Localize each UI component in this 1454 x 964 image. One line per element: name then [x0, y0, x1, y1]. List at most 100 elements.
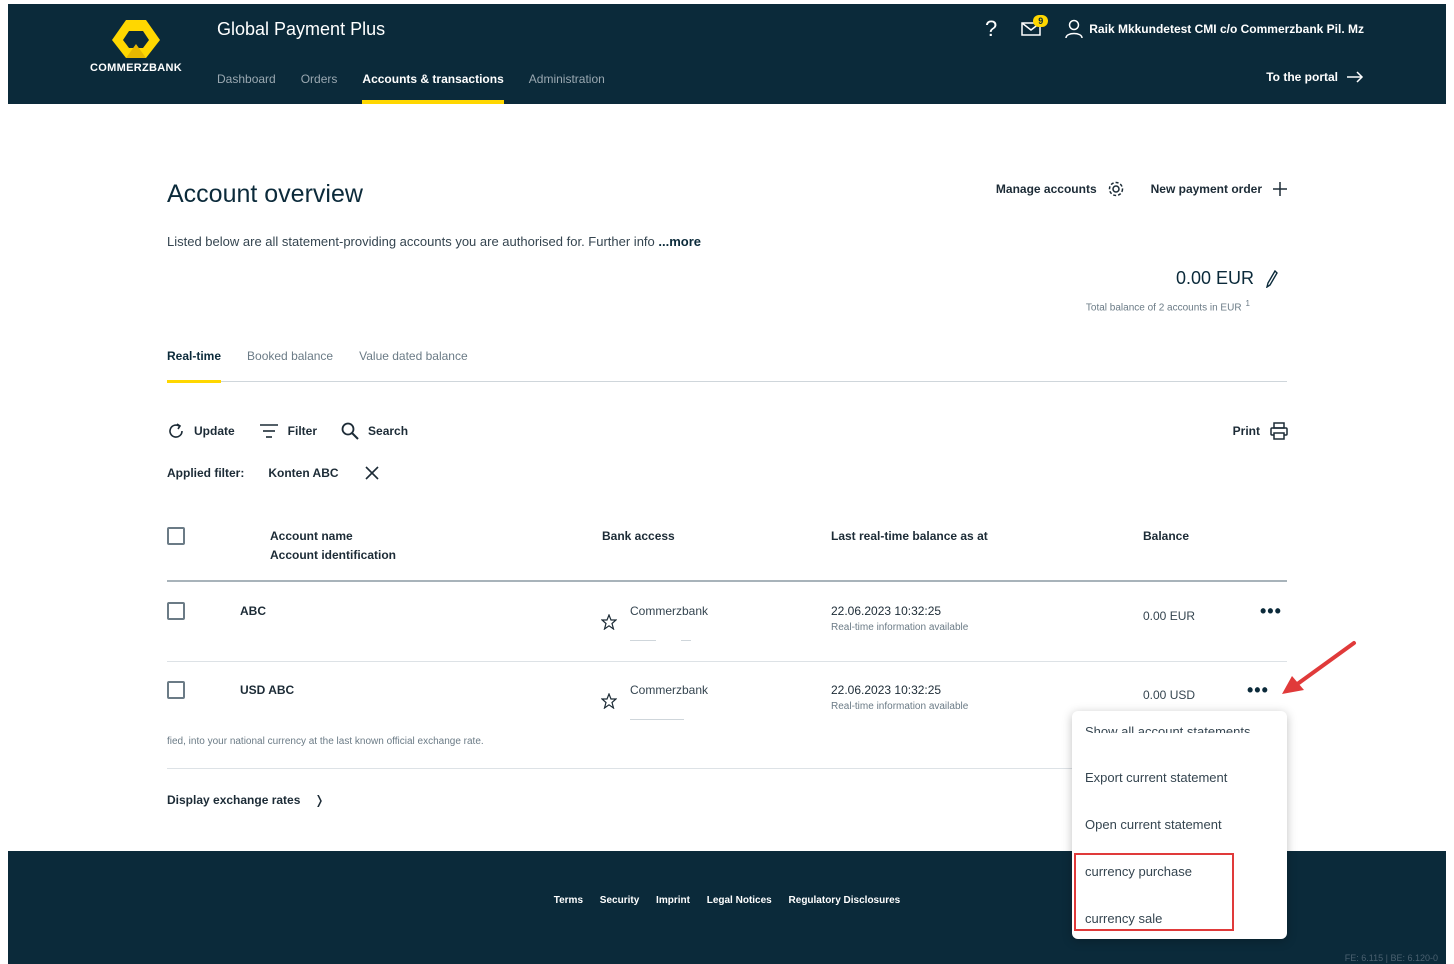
- menu-item-open-statement[interactable]: Open current statement: [1085, 817, 1222, 832]
- search-icon: [341, 422, 359, 440]
- total-balance-label: Total balance of 2 accounts in EUR 1: [1086, 299, 1250, 313]
- update-label: Update: [194, 424, 235, 438]
- balance-value: 0.00 USD: [1143, 688, 1196, 702]
- user-menu[interactable]: Raik Mkkundetest CMI c/o Commerzbank Pil…: [1065, 19, 1364, 39]
- menu-item-show-all-statements[interactable]: Show all account statements: [1085, 723, 1250, 733]
- printer-icon: [1270, 422, 1288, 440]
- more-link[interactable]: ...more: [658, 234, 701, 249]
- account-name[interactable]: USD ABC: [240, 683, 294, 697]
- new-payment-order-label: New payment order: [1150, 182, 1262, 196]
- column-last-balance[interactable]: Last real-time balance as at: [831, 529, 988, 543]
- table-toolbar: Update Filter Search: [167, 422, 432, 440]
- footer-link-terms[interactable]: Terms: [554, 895, 583, 906]
- total-balance: 0.00 EUR: [1176, 268, 1278, 289]
- user-icon: [1065, 19, 1084, 39]
- realtime-status: Real-time information available: [831, 622, 969, 633]
- footer-link-legal-notices[interactable]: Legal Notices: [707, 895, 772, 906]
- page-title: Account overview: [167, 180, 363, 208]
- user-name: Raik Mkkundetest CMI c/o Commerzbank Pil…: [1089, 22, 1364, 36]
- filter-label: Filter: [287, 424, 318, 438]
- update-button[interactable]: Update: [167, 422, 235, 440]
- table-row[interactable]: ABC Commerzbank 22.06.2023 10:32:25 Real…: [167, 583, 1287, 662]
- nav-orders[interactable]: Orders: [301, 64, 338, 104]
- tab-booked-balance[interactable]: Booked balance: [247, 349, 333, 382]
- help-icon[interactable]: ?: [985, 18, 997, 40]
- total-balance-amount: 0.00 EUR: [1175, 268, 1254, 288]
- logo-text: COMMERZBANK: [90, 62, 182, 74]
- nav-accounts-transactions[interactable]: Accounts & transactions: [362, 64, 505, 104]
- gear-icon: [1108, 181, 1123, 197]
- mail-icon[interactable]: 9: [1021, 15, 1049, 37]
- balance-tabs: Real-time Booked balance Value dated bal…: [167, 349, 1287, 383]
- plus-icon: [1273, 182, 1287, 196]
- accounts-table-header: Account name Account identification Bank…: [167, 519, 1287, 582]
- divider: [167, 768, 1073, 769]
- page-frame: COMMERZBANK Global Payment Plus Dashboar…: [8, 4, 1446, 964]
- annotation-highlight-box: [1074, 853, 1234, 931]
- top-header: COMMERZBANK Global Payment Plus Dashboar…: [8, 4, 1446, 104]
- bank-id-placeholder: [630, 719, 684, 720]
- menu-item-export-statement[interactable]: Export current statement: [1085, 770, 1227, 785]
- exchange-rates-label: Display exchange rates: [167, 793, 301, 807]
- mail-badge: 9: [1033, 15, 1049, 27]
- logo-icon: [112, 20, 160, 58]
- search-button[interactable]: Search: [341, 422, 408, 440]
- star-icon[interactable]: [601, 693, 617, 709]
- pencil-icon[interactable]: [1266, 269, 1278, 288]
- search-label: Search: [368, 424, 409, 438]
- account-name[interactable]: ABC: [240, 604, 266, 618]
- filter-button[interactable]: Filter: [259, 423, 317, 439]
- page-actions: Manage accounts New payment order: [970, 180, 1288, 198]
- main-nav: Dashboard Orders Accounts & transactions…: [217, 64, 630, 104]
- column-bank-access[interactable]: Bank access: [602, 529, 675, 543]
- annotation-arrow-icon: [1282, 641, 1356, 694]
- row-checkbox[interactable]: [167, 602, 185, 620]
- manage-accounts-button[interactable]: Manage accounts: [996, 180, 1125, 198]
- arrow-right-icon: [1347, 71, 1364, 83]
- balance-timestamp: 22.06.2023 10:32:25 Real-time informatio…: [831, 683, 968, 712]
- nav-administration[interactable]: Administration: [529, 64, 605, 104]
- row-checkbox[interactable]: [167, 681, 185, 699]
- footer-link-imprint[interactable]: Imprint: [656, 895, 690, 906]
- intro-text: Listed below are all statement-providing…: [167, 234, 701, 249]
- more-options-icon[interactable]: •••: [1247, 680, 1269, 701]
- timestamp-value: 22.06.2023 10:32:25: [831, 683, 942, 697]
- tab-value-dated-balance[interactable]: Value dated balance: [359, 349, 468, 382]
- applied-filter-label: Applied filter:: [167, 466, 245, 480]
- print-button[interactable]: Print: [1233, 422, 1288, 440]
- footer-link-security[interactable]: Security: [600, 895, 639, 906]
- footer-link-regulatory-disclosures[interactable]: Regulatory Disclosures: [789, 895, 901, 906]
- manage-accounts-label: Manage accounts: [995, 182, 1097, 196]
- print-label: Print: [1232, 424, 1260, 438]
- bank-name: Commerzbank: [630, 604, 709, 618]
- nav-dashboard[interactable]: Dashboard: [217, 64, 276, 104]
- bank-name: Commerzbank: [630, 683, 709, 697]
- star-icon[interactable]: [601, 614, 617, 630]
- column-balance[interactable]: Balance: [1143, 529, 1189, 543]
- bank-id-placeholder: [630, 640, 656, 641]
- exchange-footnote: fied, into your national currency at the…: [167, 736, 484, 747]
- close-icon[interactable]: [364, 466, 379, 480]
- refresh-icon: [169, 423, 183, 438]
- version-info: FE: 6.115 | BE: 6.120-0: [1344, 953, 1438, 963]
- tab-real-time[interactable]: Real-time: [167, 349, 222, 383]
- display-exchange-rates-link[interactable]: Display exchange rates ❭: [167, 793, 324, 807]
- commerzbank-logo[interactable]: COMMERZBANK: [88, 18, 184, 74]
- balance-value: 0.00 EUR: [1143, 609, 1196, 623]
- total-balance-caption: Total balance of 2 accounts in EUR: [1085, 302, 1242, 314]
- to-portal-link[interactable]: To the portal: [1266, 70, 1364, 84]
- new-payment-order-button[interactable]: New payment order: [1151, 181, 1288, 197]
- bank-id-placeholder: [681, 640, 691, 641]
- select-all-checkbox[interactable]: [167, 527, 185, 545]
- intro-body: Listed below are all statement-providing…: [167, 234, 655, 249]
- column-account-name[interactable]: Account name: [270, 529, 353, 543]
- applied-filter: Applied filter: Konten ABC: [167, 466, 379, 480]
- filter-icon: [259, 424, 278, 438]
- app-title: Global Payment Plus: [217, 19, 386, 39]
- column-account-id[interactable]: Account identification: [270, 548, 396, 562]
- balance-timestamp: 22.06.2023 10:32:25 Real-time informatio…: [831, 604, 968, 633]
- realtime-status: Real-time information available: [831, 701, 969, 712]
- footnote-marker: 1: [1245, 299, 1250, 308]
- applied-filter-chip: Konten ABC: [268, 466, 339, 480]
- more-options-icon[interactable]: •••: [1260, 601, 1282, 622]
